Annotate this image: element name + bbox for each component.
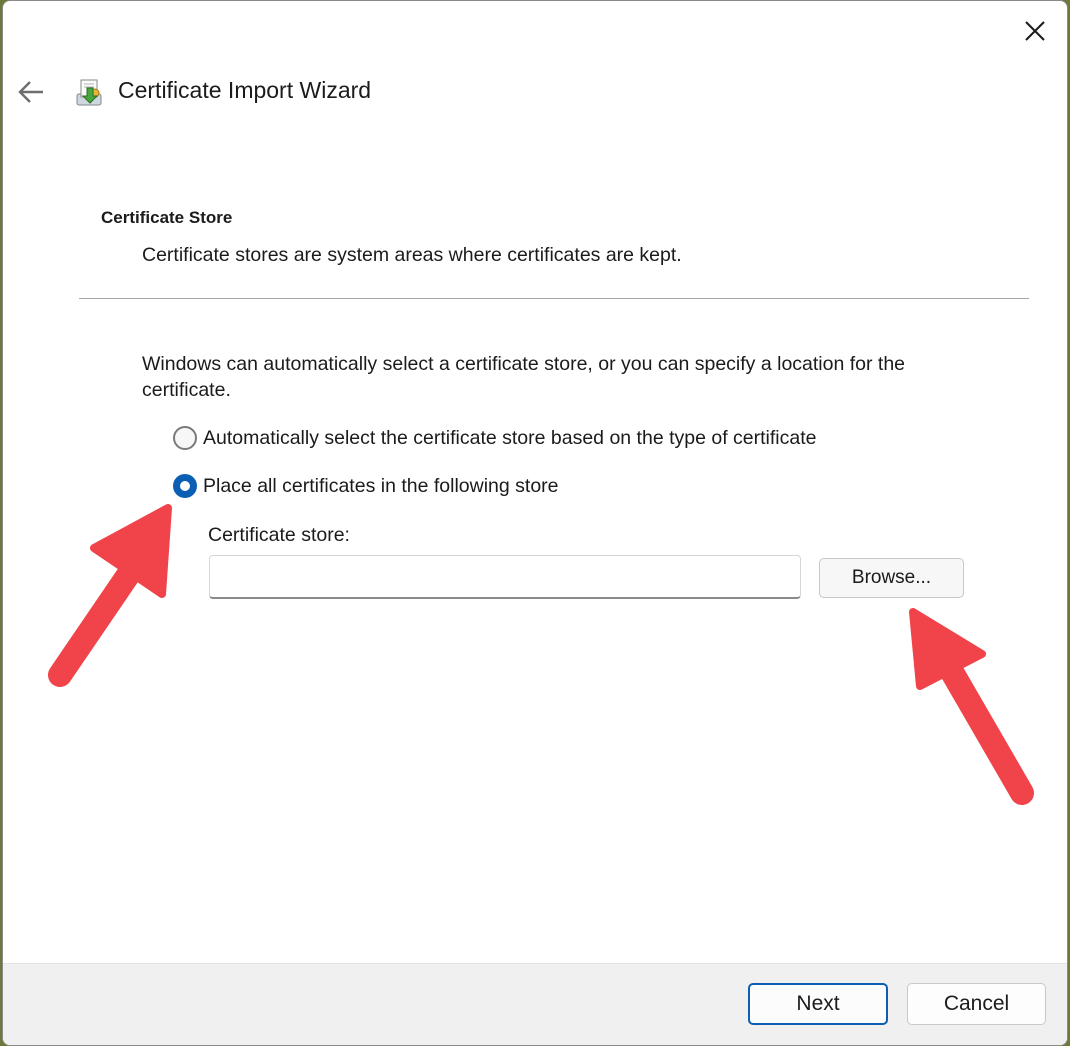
section-description: Certificate stores are system areas wher… xyxy=(142,244,682,266)
footer-bar: Next Cancel xyxy=(3,963,1067,1045)
next-button[interactable]: Next xyxy=(748,983,888,1025)
browse-button[interactable]: Browse... xyxy=(819,558,964,598)
radio-button-selected[interactable] xyxy=(173,474,197,498)
place-in-store-label: Place all certificates in the following … xyxy=(203,474,559,497)
back-arrow-icon xyxy=(18,81,43,103)
close-button[interactable] xyxy=(1015,13,1055,49)
cancel-button[interactable]: Cancel xyxy=(907,983,1046,1025)
intro-text: Windows can automatically select a certi… xyxy=(142,353,906,401)
radio-button-unselected[interactable] xyxy=(173,426,197,450)
auto-select-store-option[interactable]: Automatically select the certificate sto… xyxy=(173,426,816,450)
section-title: Certificate Store xyxy=(101,208,233,227)
certificate-store-field[interactable] xyxy=(209,555,801,599)
back-button[interactable] xyxy=(13,75,49,109)
auto-select-store-label: Automatically select the certificate sto… xyxy=(203,426,817,449)
certificate-store-label: Certificate store: xyxy=(208,524,350,546)
certificate-import-wizard-window: Certificate Import Wizard Certificate St… xyxy=(2,0,1068,1046)
certificate-wizard-icon xyxy=(76,79,102,106)
header-divider xyxy=(79,298,1029,299)
window-title: Certificate Import Wizard xyxy=(118,77,372,103)
place-in-store-option[interactable]: Place all certificates in the following … xyxy=(173,474,559,498)
close-icon xyxy=(1025,21,1045,41)
